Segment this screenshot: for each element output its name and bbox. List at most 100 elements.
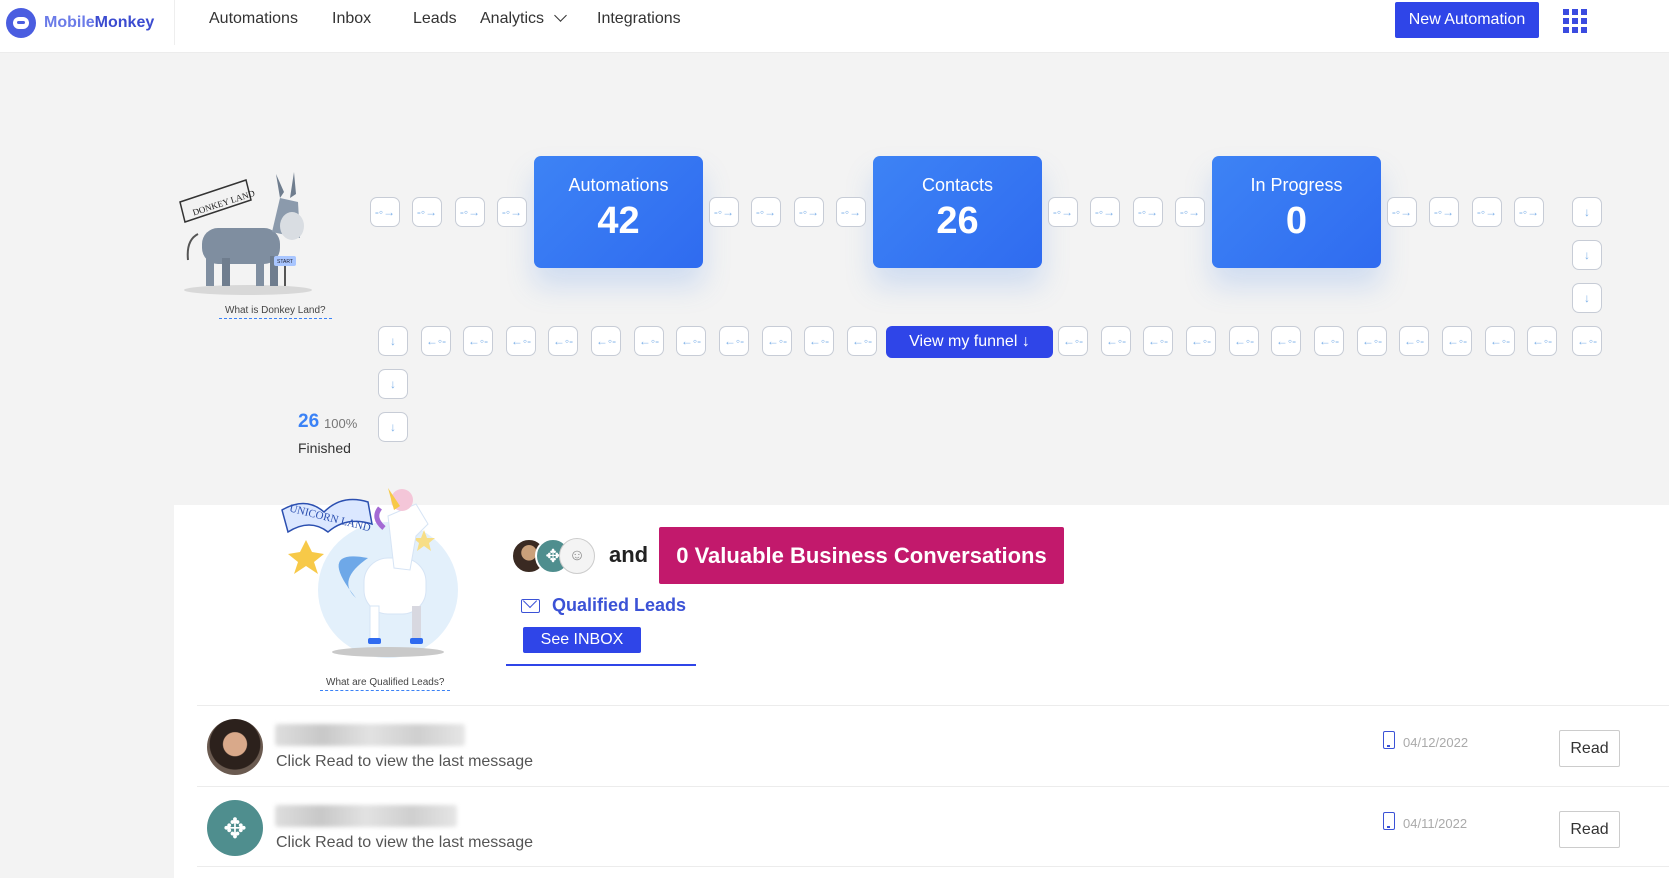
funnel-arrow-right-icon: -◦→	[455, 197, 485, 227]
funnel-arrow-left-icon: ←◦-	[1572, 326, 1602, 356]
monkey-logo-icon	[6, 8, 36, 38]
mail-icon	[521, 598, 540, 613]
funnel-arrow-left-icon: ←◦-	[1101, 326, 1131, 356]
funnel-arrow-left-icon: ←◦-	[719, 326, 749, 356]
phone-icon	[1383, 812, 1395, 830]
in-progress-stat-card[interactable]: In Progress 0	[1212, 156, 1381, 268]
nav-integrations[interactable]: Integrations	[597, 10, 681, 28]
nav-analytics[interactable]: Analytics	[480, 9, 567, 28]
read-button[interactable]: Read	[1559, 730, 1620, 767]
nav-divider	[174, 0, 175, 45]
finished-percent: 100%	[324, 416, 358, 431]
apps-grid-icon[interactable]	[1563, 9, 1587, 33]
funnel-arrow-right-icon: -◦→	[1090, 197, 1120, 227]
avatar-person-icon: ☺	[559, 538, 595, 574]
funnel-arrow-right-icon: -◦→	[836, 197, 866, 227]
and-text: and	[609, 542, 649, 567]
funnel-arrow-left-icon: ←◦-	[1357, 326, 1387, 356]
funnel-arrow-left-icon: ←◦-	[1229, 326, 1259, 356]
funnel-arrow-left-icon: ←◦-	[1058, 326, 1088, 356]
funnel-arrow-left-icon: ←◦-	[676, 326, 706, 356]
funnel-arrow-right-icon: -◦→	[1472, 197, 1502, 227]
stat-label: In Progress	[1250, 175, 1343, 195]
nav-inbox[interactable]: Inbox	[332, 10, 371, 28]
top-navigation-bar: MobileMonkey Automations Inbox Leads Ana…	[0, 0, 1669, 53]
stat-label: Contacts	[921, 175, 994, 195]
funnel-arrow-right-icon: -◦→	[1387, 197, 1417, 227]
message-date: 04/11/2022	[1403, 816, 1468, 831]
contacts-stat-card[interactable]: Contacts 26	[873, 156, 1042, 268]
tab-underline	[506, 664, 696, 666]
funnel-arrow-right-icon: -◦→	[794, 197, 824, 227]
funnel-arrow-left-icon: ←◦-	[463, 326, 493, 356]
finished-count: 26	[298, 411, 320, 432]
stat-label: Automations	[568, 175, 669, 195]
avatar	[207, 719, 263, 775]
funnel-arrow-left-icon: ←◦-	[634, 326, 664, 356]
funnel-arrow-down-icon: ↓	[378, 326, 408, 356]
what-are-qualified-leads-link[interactable]: What are Qualified Leads?	[320, 677, 451, 691]
read-button[interactable]: Read	[1559, 811, 1620, 848]
funnel-arrow-left-icon: ←◦-	[847, 326, 877, 356]
funnel-arrow-left-icon: ←◦-	[1399, 326, 1429, 356]
funnel-arrow-left-icon: ←◦-	[548, 326, 578, 356]
funnel-arrow-left-icon: ←◦-	[591, 326, 621, 356]
funnel-arrow-right-icon: -◦→	[370, 197, 400, 227]
funnel-arrow-left-icon: ←◦-	[1314, 326, 1344, 356]
stat-value: 26	[936, 200, 979, 242]
funnel-arrow-right-icon: -◦→	[1048, 197, 1078, 227]
what-is-donkey-land-link[interactable]: What is Donkey Land?	[219, 305, 332, 319]
automations-stat-card[interactable]: Automations 42	[534, 156, 703, 268]
funnel-arrow-down-icon: ↓	[378, 369, 408, 399]
qualified-leads-tab[interactable]: Qualified Leads	[521, 595, 686, 616]
nav-analytics-label: Analytics	[480, 10, 545, 27]
funnel-arrow-right-icon: -◦→	[1175, 197, 1205, 227]
nav-leads[interactable]: Leads	[413, 10, 457, 28]
funnel-arrow-down-icon: ↓	[1572, 197, 1602, 227]
funnel-arrow-down-icon: ↓	[378, 412, 408, 442]
funnel-arrow-left-icon: ←◦-	[1186, 326, 1216, 356]
brand-logo[interactable]: MobileMonkey	[6, 8, 154, 38]
unicorn-land-illustration: UNICORN LAND	[281, 488, 458, 658]
list-item[interactable]: ✥ Click Read to view the last message 04…	[197, 786, 1669, 867]
funnel-arrow-left-icon: ←◦-	[804, 326, 834, 356]
funnel-arrow-left-icon: ←◦-	[1271, 326, 1301, 356]
list-item[interactable]: Click Read to view the last message 04/1…	[197, 705, 1669, 786]
funnel-arrow-left-icon: ←◦-	[421, 326, 451, 356]
funnel-arrow-right-icon: -◦→	[497, 197, 527, 227]
funnel-arrow-left-icon: ←◦-	[1527, 326, 1557, 356]
view-my-funnel-button[interactable]: View my funnel ↓	[886, 326, 1053, 358]
funnel-arrow-right-icon: -◦→	[709, 197, 739, 227]
finished-label: Finished	[298, 440, 351, 456]
funnel-arrow-left-icon: ←◦-	[762, 326, 792, 356]
contact-name-blurred	[275, 724, 465, 746]
funnel-arrow-right-icon: -◦→	[1514, 197, 1544, 227]
valuable-conversations-button[interactable]: 0 Valuable Business Conversations	[659, 527, 1064, 584]
stat-value: 42	[597, 200, 640, 242]
brand-name: MobileMonkey	[44, 14, 155, 31]
funnel-arrow-right-icon: -◦→	[412, 197, 442, 227]
funnel-arrow-right-icon: -◦→	[1133, 197, 1163, 227]
message-date: 04/12/2022	[1403, 735, 1469, 750]
contact-name-blurred	[275, 805, 457, 827]
funnel-arrow-right-icon: -◦→	[751, 197, 781, 227]
phone-icon	[1383, 731, 1395, 749]
funnel-arrow-left-icon: ←◦-	[1143, 326, 1173, 356]
qualified-leads-label: Qualified Leads	[552, 595, 687, 615]
funnel-arrow-right-icon: -◦→	[1429, 197, 1459, 227]
funnel-arrow-left-icon: ←◦-	[1442, 326, 1472, 356]
last-message-text: Click Read to view the last message	[276, 834, 533, 851]
see-inbox-button[interactable]: See INBOX	[523, 627, 641, 653]
chevron-down-icon	[554, 9, 567, 22]
funnel-arrow-left-icon: ←◦-	[506, 326, 536, 356]
svg-text:START: START	[277, 259, 293, 265]
new-automation-button[interactable]: New Automation	[1395, 2, 1539, 38]
avatar-leaf-icon: ✥	[207, 800, 263, 856]
funnel-arrow-down-icon: ↓	[1572, 283, 1602, 313]
donkey-land-illustration: DONKEY LAND START	[179, 172, 312, 295]
last-message-text: Click Read to view the last message	[276, 753, 533, 770]
funnel-arrow-left-icon: ←◦-	[1485, 326, 1515, 356]
funnel-arrow-down-icon: ↓	[1572, 240, 1602, 270]
nav-automations[interactable]: Automations	[209, 10, 298, 28]
stat-value: 0	[1285, 200, 1308, 242]
